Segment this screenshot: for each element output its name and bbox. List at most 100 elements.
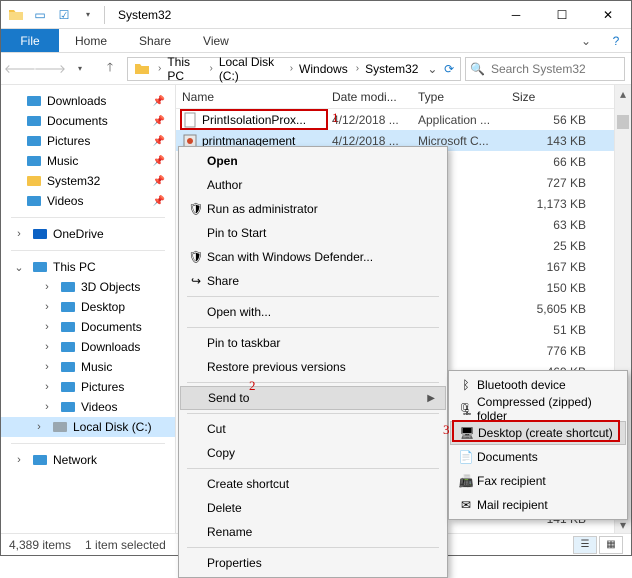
folder-icon[interactable] — [5, 4, 27, 26]
menu-item[interactable]: Open with... — [179, 300, 447, 324]
back-button[interactable]: 🡐 — [7, 56, 33, 82]
menu-item[interactable]: Rename — [179, 520, 447, 544]
tab-share[interactable]: Share — [123, 29, 187, 52]
menu-item[interactable]: Cut — [179, 417, 447, 441]
sidebar-item[interactable]: ›Local Disk (C:) — [1, 417, 175, 437]
menu-item[interactable]: Send to ▶ — [180, 386, 446, 410]
tab-view[interactable]: View — [187, 29, 245, 52]
mail-icon: ✉ — [455, 498, 477, 512]
column-type[interactable]: Type — [412, 85, 506, 108]
tab-home[interactable]: Home — [59, 29, 123, 52]
menu-item[interactable]: ᛒ Bluetooth device — [449, 373, 627, 397]
sidebar-item[interactable]: System32📌 — [11, 171, 175, 191]
chevron-right-icon[interactable]: › — [156, 63, 163, 74]
menu-item[interactable]: 🗜 Compressed (zipped) folder — [449, 397, 627, 421]
forward-button[interactable]: 🡒 — [37, 56, 63, 82]
menu-item[interactable]: Properties — [179, 551, 447, 575]
menu-item[interactable]: Copy — [179, 441, 447, 465]
menu-item[interactable]: Open — [179, 149, 447, 173]
breadcrumb-item[interactable]: This PC — [163, 58, 207, 80]
menu-item[interactable]: ↪ Share — [179, 269, 447, 293]
sidebar-item[interactable]: ›Pictures — [11, 377, 175, 397]
file-size: 1,173 KB — [506, 197, 592, 211]
file-size: 167 KB — [506, 260, 592, 274]
file-tab[interactable]: File — [1, 29, 59, 52]
chevron-right-icon[interactable]: › — [288, 63, 295, 74]
ribbon-expand-icon[interactable]: ⌄ — [571, 29, 601, 52]
chevron-right-icon[interactable]: › — [354, 63, 361, 74]
chevron-right-icon[interactable]: › — [207, 63, 214, 74]
sidebar-thispc[interactable]: ⌄This PC — [11, 257, 175, 277]
sidebar-item[interactable]: Downloads📌 — [11, 91, 175, 111]
desktop-icon: 🖥 — [456, 426, 478, 440]
file-size: 51 KB — [506, 323, 592, 337]
menu-item[interactable]: Author — [179, 173, 447, 197]
sidebar-item-label: System32 — [47, 174, 100, 188]
menu-item[interactable]: 🛡 Scan with Windows Defender... — [179, 245, 447, 269]
menu-item-label: Pin to taskbar — [207, 336, 437, 350]
address-dropdown-icon[interactable]: ⌄ — [424, 62, 440, 76]
menu-item[interactable]: Pin to Start — [179, 221, 447, 245]
breadcrumb-item[interactable]: Windows — [295, 58, 354, 80]
column-name[interactable]: Name — [176, 85, 326, 108]
recent-dropdown[interactable]: ▾ — [67, 56, 93, 82]
sidebar-item[interactable]: Music📌 — [11, 151, 175, 171]
pin-icon: 📌 — [153, 136, 165, 147]
chevron-right-icon: ▶ — [427, 393, 435, 404]
qat-dropdown-icon[interactable]: ▾ — [77, 4, 99, 26]
sidebar-item[interactable]: ›Videos — [11, 397, 175, 417]
props-icon[interactable]: ▭ — [29, 4, 51, 26]
chevron-right-icon: › — [39, 301, 55, 313]
menu-item[interactable]: ✉ Mail recipient — [449, 493, 627, 517]
menu-item[interactable]: 🖥 Desktop (create shortcut) — [450, 421, 626, 445]
menu-item[interactable]: Restore previous versions — [179, 355, 447, 379]
fax-icon: 📠 — [455, 474, 477, 488]
help-icon[interactable]: ? — [601, 29, 631, 52]
table-row[interactable]: PrintIsolationProx... 4/12/2018 ... Appl… — [176, 109, 631, 130]
breadcrumb-item[interactable]: Local Disk (C:) — [215, 58, 288, 80]
menu-item[interactable]: 🛡 Run as administrator — [179, 197, 447, 221]
scroll-thumb[interactable] — [617, 115, 629, 129]
sidebar-item[interactable]: ›3D Objects — [11, 277, 175, 297]
close-button[interactable]: ✕ — [585, 1, 631, 29]
scroll-up-icon[interactable]: ▴ — [615, 85, 631, 102]
sidebar-item[interactable]: Videos📌 — [11, 191, 175, 211]
onedrive-icon — [31, 226, 49, 242]
details-view-toggle[interactable]: ☰ — [573, 536, 597, 554]
menu-item[interactable]: 📠 Fax recipient — [449, 469, 627, 493]
menu-item[interactable]: Delete — [179, 496, 447, 520]
sidebar-onedrive[interactable]: ›OneDrive — [11, 224, 175, 244]
maximize-button[interactable]: ☐ — [539, 1, 585, 29]
menu-item-label: Open with... — [207, 305, 437, 319]
column-size[interactable]: Size — [506, 85, 592, 108]
menu-item[interactable]: Pin to taskbar — [179, 331, 447, 355]
sidebar-network[interactable]: ›Network — [11, 450, 175, 470]
sidebar-item[interactable]: Documents📌 — [11, 111, 175, 131]
menu-item-label: Mail recipient — [477, 498, 617, 512]
menu-item[interactable]: Create shortcut — [179, 472, 447, 496]
menu-item-label: Rename — [207, 525, 437, 539]
search-box[interactable]: 🔍 — [465, 57, 625, 81]
documents-icon — [25, 113, 43, 129]
sidebar-item[interactable]: Pictures📌 — [11, 131, 175, 151]
refresh-icon[interactable]: ⟳ — [440, 62, 458, 76]
check-icon[interactable]: ☑ — [53, 4, 75, 26]
minimize-button[interactable]: ─ — [493, 1, 539, 29]
sidebar-item[interactable]: ›Downloads — [11, 337, 175, 357]
videos-icon — [25, 193, 43, 209]
thumb-view-toggle[interactable]: ▦ — [599, 536, 623, 554]
sidebar-item-label: Documents — [81, 320, 142, 334]
search-input[interactable] — [489, 61, 620, 77]
menu-item[interactable]: 📄 Documents — [449, 445, 627, 469]
sidebar-item[interactable]: ›Music — [11, 357, 175, 377]
menu-item-label: Properties — [207, 556, 437, 570]
file-size: 56 KB — [506, 113, 592, 127]
up-button[interactable]: 🡑 — [97, 56, 123, 82]
column-date[interactable]: Date modi... — [326, 85, 412, 108]
pictures-icon — [59, 379, 77, 395]
breadcrumb-item[interactable]: System32 — [361, 58, 424, 80]
breadcrumb-root-icon[interactable] — [130, 58, 156, 80]
breadcrumb[interactable]: › This PC › Local Disk (C:) › Windows › … — [127, 57, 461, 81]
sidebar-item[interactable]: ›Documents — [11, 317, 175, 337]
sidebar-item[interactable]: ›Desktop — [11, 297, 175, 317]
